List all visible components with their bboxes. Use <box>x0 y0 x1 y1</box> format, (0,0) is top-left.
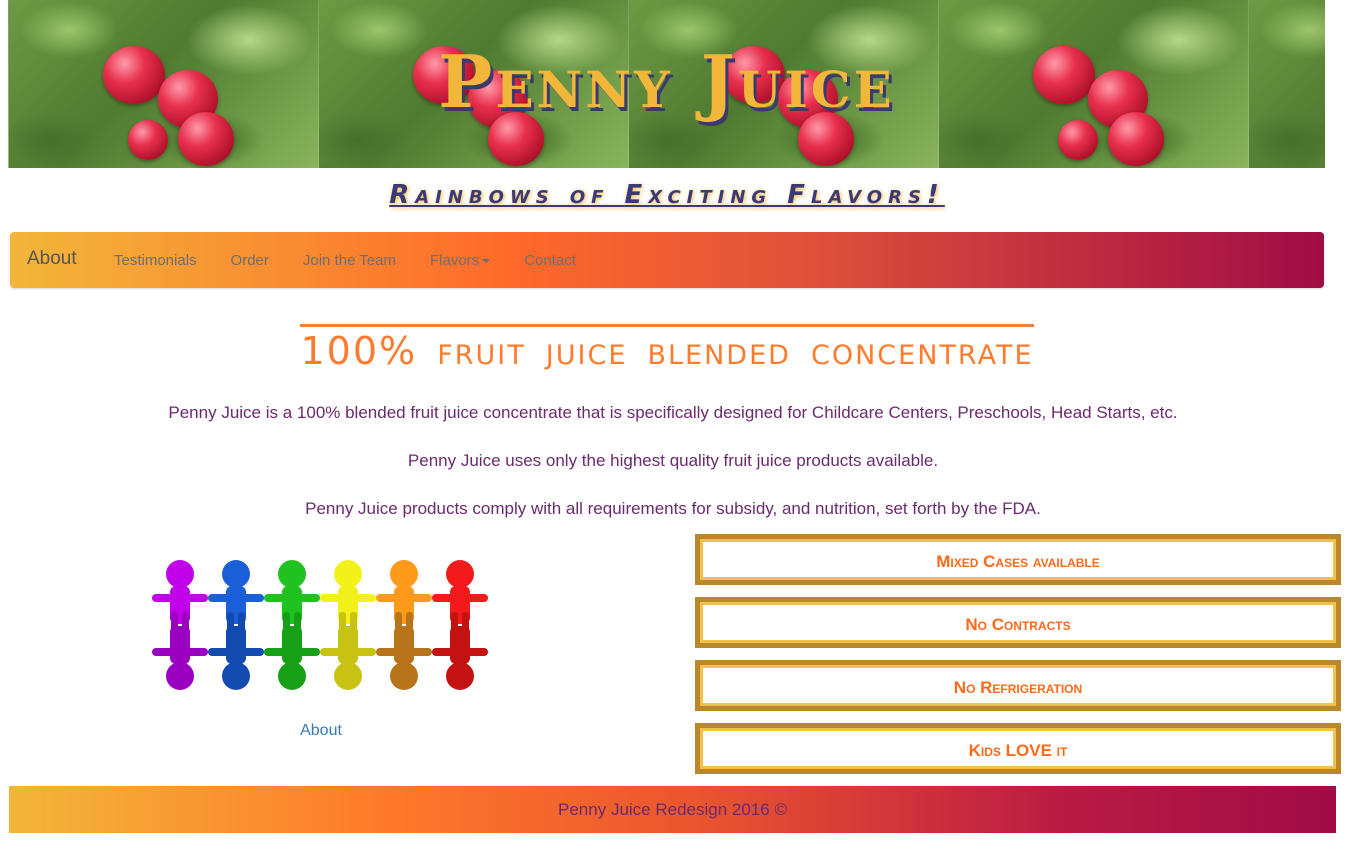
nav-item-order[interactable]: Order <box>214 252 286 269</box>
feature-label: No Contracts <box>965 614 1071 634</box>
nav-item-flavors-label: Flavors <box>430 251 480 269</box>
footer-text: Penny Juice Redesign 2016 © <box>558 799 787 819</box>
intro-paragraph: Penny Juice products comply with all req… <box>305 499 1041 518</box>
apple-icon <box>178 112 234 166</box>
nav-item-join-the-team[interactable]: Join the Team <box>286 252 413 269</box>
header-banner: Penny Juice <box>8 0 1325 168</box>
apple-icon <box>1058 120 1098 160</box>
apple-icon <box>128 120 168 160</box>
tagline-text: Rainbows of Exciting Flavors! <box>389 180 945 210</box>
feature-label: No Refrigeration <box>953 677 1083 697</box>
feature-box: No Contracts <box>695 597 1341 648</box>
nav-links: Testimonials Order Join the Team Flavors… <box>97 232 593 288</box>
headline-section: 100% fruit juice blended concentrate <box>0 324 1334 373</box>
main-navbar: About Testimonials Order Join the Team F… <box>10 232 1324 288</box>
feature-list: Mixed Cases available No Contracts No Re… <box>695 534 1341 786</box>
tagline: Rainbows of Exciting Flavors! <box>0 180 1334 210</box>
rainbow-kids-image <box>152 560 488 690</box>
intro-section: Penny Juice is a 100% blended fruit juic… <box>0 403 1346 547</box>
feature-box: Mixed Cases available <box>695 534 1341 585</box>
caret-down-icon <box>482 258 491 263</box>
apple-icon <box>1108 112 1164 166</box>
page-footer: Penny Juice Redesign 2016 © <box>9 786 1336 833</box>
nav-item-flavors-dropdown[interactable]: Flavors <box>413 252 507 269</box>
intro-paragraph: Penny Juice uses only the highest qualit… <box>407 451 939 470</box>
nav-item-contact[interactable]: Contact <box>507 252 593 269</box>
about-link[interactable]: About <box>221 722 421 740</box>
feature-box: No Refrigeration <box>695 660 1341 711</box>
page-headline: 100% fruit juice blended concentrate <box>300 324 1034 373</box>
nav-item-testimonials[interactable]: Testimonials <box>97 252 214 269</box>
feature-label: Mixed Cases available <box>936 551 1100 571</box>
nav-brand-about[interactable]: About <box>27 248 77 270</box>
site-title: Penny Juice <box>438 39 895 124</box>
feature-label: Kids LOVE it <box>968 740 1068 760</box>
feature-box: Kids LOVE it <box>695 723 1341 774</box>
intro-paragraph: Penny Juice is a 100% blended fruit juic… <box>168 403 1178 422</box>
